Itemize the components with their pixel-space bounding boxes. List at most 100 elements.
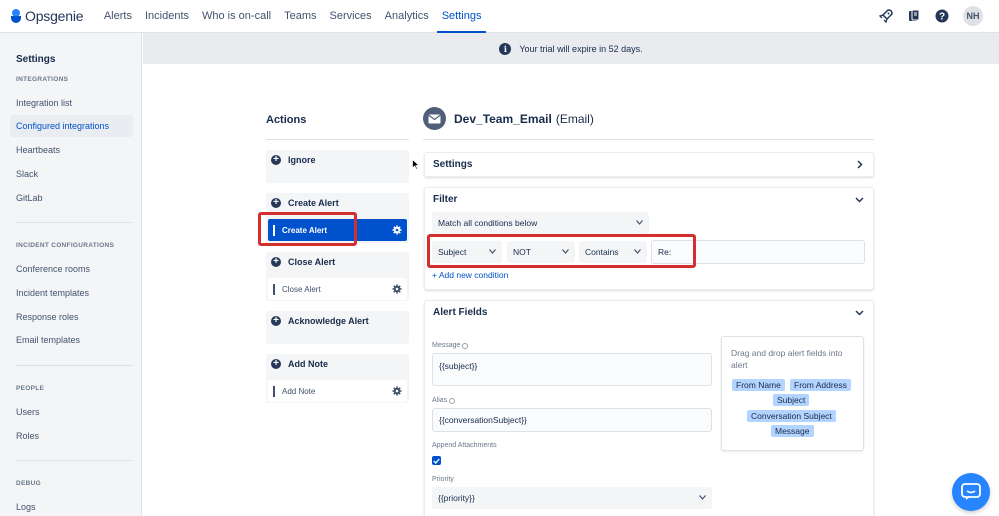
sidebar-divider [16,222,133,223]
field-tag-subject[interactable]: Subject [773,394,810,406]
drag-handle-icon[interactable] [273,224,275,236]
add-icon[interactable]: + [271,316,281,326]
field-tag-message[interactable]: Message [771,425,814,437]
nav-who-is-on-call[interactable]: Who is on-call [196,0,278,33]
close-alert-item[interactable]: Close Alert [268,278,407,300]
nav-analytics[interactable]: Analytics [378,0,435,33]
field-tag-from-address[interactable]: From Address [790,379,851,391]
integration-type: (Email) [555,111,594,126]
drag-handle-icon[interactable] [273,283,275,295]
settings-section[interactable]: Settings [424,152,874,177]
add-note-item[interactable]: Add Note [268,380,407,402]
sidebar-title: Settings [16,54,56,65]
sidebar-divider [16,365,133,366]
integration-name: Dev_Team_Email [454,111,552,126]
alert-fields-title: Alert Fields [433,307,488,318]
gear-icon[interactable] [392,225,402,235]
trial-banner-text: Your trial will expire in 52 days. [519,43,643,54]
nav-settings[interactable]: Settings [435,0,488,33]
filter-section-title: Filter [433,194,458,205]
sidebar-item-users[interactable]: Users [10,401,133,423]
integration-divider [423,139,874,140]
condition-value-text: Re: [658,247,672,257]
opsgenie-logo-icon [11,9,21,23]
help-icon[interactable] [462,342,469,349]
nav-teams[interactable]: Teams [278,0,323,33]
field-tag-conversation-subject[interactable]: Conversation Subject [747,410,836,422]
action-create-alert-label: Create Alert [288,198,339,208]
alias-input[interactable]: {{conversationSubject}} [432,408,712,432]
sidebar-item-roles[interactable]: Roles [10,425,133,447]
add-icon[interactable]: + [271,257,281,267]
opsgenie-logo[interactable]: Opsgenie [11,8,84,24]
chevron-down-icon [636,220,643,225]
priority-select[interactable]: {{priority}} [432,487,712,509]
action-acknowledge-alert[interactable]: + Acknowledge Alert [266,311,409,344]
nav-services[interactable]: Services [323,0,378,33]
nav-incidents[interactable]: Incidents [138,0,195,33]
action-close-alert-label: Close Alert [288,257,336,267]
sidebar-item-incident-templates[interactable]: Incident templates [10,282,133,304]
sidebar-heading-people: PEOPLE [16,385,45,392]
action-ignore-label: Ignore [288,155,316,165]
help-icon[interactable]: ? [933,7,951,25]
nav-alerts[interactable]: Alerts [97,0,138,33]
chat-icon [961,483,981,500]
sidebar-item-conference-rooms[interactable]: Conference rooms [10,258,133,280]
message-input[interactable]: {{subject}} [432,353,712,386]
field-tag-from-name[interactable]: From Name [732,379,785,391]
chevron-down-icon[interactable] [855,308,864,317]
sidebar-heading-incident-configurations: INCIDENT CONFIGURATIONS [16,242,115,249]
app-switcher-icon[interactable] [905,7,923,25]
message-label: Message [432,342,469,349]
integration-header: Dev_Team_Email (Email) [423,107,594,130]
sidebar-item-heartbeats[interactable]: Heartbeats [10,139,133,161]
alias-value: {{conversationSubject}} [439,415,527,425]
rocket-icon[interactable] [877,7,895,25]
settings-section-title: Settings [433,159,473,170]
add-icon[interactable]: + [271,155,281,165]
chevron-down-icon [562,249,569,254]
action-add-note-label: Add Note [288,359,328,369]
condition-field-select[interactable]: Subject [432,241,502,263]
add-icon[interactable]: + [271,359,281,369]
condition-operator-select[interactable]: Contains [579,241,647,263]
info-icon: i [499,42,512,55]
priority-value: {{priority}} [438,493,475,503]
gear-icon[interactable] [392,284,402,294]
condition-not-value: NOT [513,247,531,257]
chevron-down-icon [489,249,496,254]
add-icon[interactable]: + [271,198,281,208]
actions-divider [266,139,409,140]
condition-value-input[interactable]: Re: [651,240,865,264]
chevron-down-icon [634,249,641,254]
mouse-cursor-icon [412,159,420,170]
drag-drop-hint: Drag and drop alert fields into alert [731,348,843,370]
add-new-condition-link[interactable]: + Add new condition [432,270,508,280]
drag-handle-icon[interactable] [273,385,275,397]
condition-not-select[interactable]: NOT [507,241,575,263]
append-attachments-checkbox[interactable] [432,456,441,465]
sidebar-item-email-templates[interactable]: Email templates [10,329,133,351]
sidebar-item-slack[interactable]: Slack [10,163,133,185]
condition-field-value: Subject [438,247,467,257]
chat-support-button[interactable] [952,473,990,511]
help-icon[interactable] [449,397,456,404]
match-conditions-select[interactable]: Match all conditions below [432,212,649,234]
sidebar-heading-integrations: INTEGRATIONS [16,76,69,83]
sidebar-item-configured-integrations[interactable]: Configured integrations [10,115,133,137]
sidebar-item-logs[interactable]: Logs [10,496,133,516]
chevron-right-icon[interactable] [855,160,864,169]
trial-banner: i Your trial will expire in 52 days. [143,33,999,64]
create-alert-item[interactable]: Create Alert [268,219,407,241]
condition-operator-value: Contains [585,247,619,257]
sidebar-item-integration-list[interactable]: Integration list [10,92,133,114]
user-avatar[interactable]: NH [963,6,983,26]
gear-icon[interactable] [392,386,402,396]
brand-name: Opsgenie [25,8,84,24]
chevron-down-icon[interactable] [855,195,864,204]
alias-label: Alias [432,397,456,404]
sidebar-item-response-roles[interactable]: Response roles [10,306,133,328]
sidebar-item-gitlab[interactable]: GitLab [10,187,133,209]
action-ignore[interactable]: + Ignore [266,150,409,183]
